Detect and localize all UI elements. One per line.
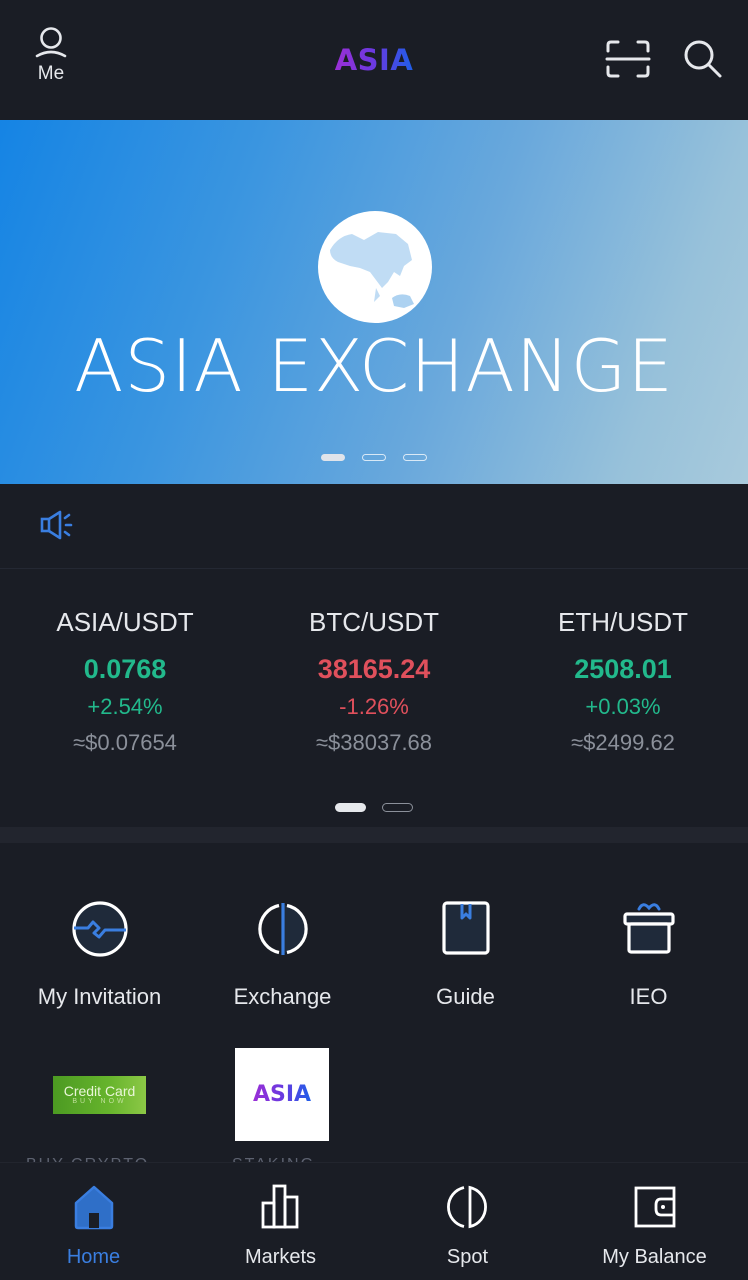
banner-pagination bbox=[0, 454, 748, 461]
buy-crypto-credit-card-image[interactable]: Credit Card BUY NOW bbox=[53, 1076, 146, 1114]
ticker-usd-value: ≈$2499.62 bbox=[571, 730, 675, 755]
announcement-bar[interactable] bbox=[0, 484, 748, 569]
scan-button[interactable] bbox=[604, 38, 652, 80]
banner-dot-3[interactable] bbox=[403, 454, 427, 461]
ticker-price: 2508.01 bbox=[574, 654, 672, 684]
quick-ieo[interactable]: IEO bbox=[555, 897, 742, 1011]
tab-home[interactable]: Home bbox=[0, 1163, 187, 1280]
markets-bar-icon bbox=[261, 1184, 298, 1229]
logo-text: ASIA bbox=[334, 43, 414, 77]
search-icon bbox=[684, 40, 722, 78]
ticker-dot-1[interactable] bbox=[335, 803, 366, 812]
ticker-pair: ETH/USDT bbox=[558, 607, 688, 637]
globe-icon bbox=[318, 211, 432, 323]
wallet-icon bbox=[634, 1186, 675, 1228]
asia-tile-logo: ASIA bbox=[252, 1082, 312, 1107]
ticker-change: +0.03% bbox=[585, 694, 661, 719]
ticker-dot-2[interactable] bbox=[382, 803, 413, 812]
ticker-pagination bbox=[0, 803, 748, 812]
ticker-pair: BTC/USDT bbox=[309, 607, 439, 637]
bottom-tab-bar: Home Markets Spot My Balance bbox=[0, 1162, 748, 1280]
tab-label: Markets bbox=[244, 1246, 317, 1268]
quick-menu: My Invitation Exchange Guide IEO Credit … bbox=[0, 843, 748, 1163]
tab-my-balance[interactable]: My Balance bbox=[561, 1163, 748, 1280]
quick-guide[interactable]: Guide bbox=[372, 897, 559, 1011]
ticker-btc-usdt[interactable]: BTC/USDT 38165.24 -1.26% ≈$38037.68 bbox=[249, 606, 499, 756]
quick-label: IEO bbox=[629, 984, 668, 1009]
ticker-change: -1.26% bbox=[339, 694, 409, 719]
tab-label: My Balance bbox=[602, 1246, 707, 1268]
credit-card-title: Credit Card bbox=[63, 1083, 136, 1099]
staking-asia-tile[interactable]: ASIA bbox=[235, 1048, 329, 1141]
tab-spot[interactable]: Spot bbox=[374, 1163, 561, 1280]
quick-label: Guide bbox=[436, 984, 495, 1009]
exchange-icon bbox=[257, 903, 308, 955]
quick-label: My Invitation bbox=[37, 984, 162, 1009]
ticker-price: 38165.24 bbox=[317, 654, 431, 684]
me-label: Me bbox=[37, 63, 65, 84]
section-divider bbox=[0, 827, 748, 843]
ticker-usd-value: ≈$0.07654 bbox=[73, 730, 177, 755]
tab-markets[interactable]: Markets bbox=[187, 1163, 374, 1280]
quick-exchange[interactable]: Exchange bbox=[189, 897, 376, 1011]
banner-dot-1[interactable] bbox=[321, 454, 345, 461]
ticker-eth-usdt[interactable]: ETH/USDT 2508.01 +0.03% ≈$2499.62 bbox=[498, 606, 748, 756]
spot-icon bbox=[446, 1185, 487, 1229]
tab-label: Spot bbox=[446, 1246, 489, 1268]
guide-book-icon bbox=[441, 901, 490, 955]
speaker-icon bbox=[40, 510, 73, 540]
user-icon bbox=[35, 27, 67, 58]
ticker-carousel: ASIA/USDT 0.0768 +2.54% ≈$0.07654 BTC/US… bbox=[0, 570, 748, 827]
banner-title: ASIA EXCHANGE bbox=[74, 324, 674, 408]
invitation-pulse-icon bbox=[71, 901, 128, 957]
ticker-pair: ASIA/USDT bbox=[56, 607, 194, 637]
app-logo: ASIA bbox=[324, 40, 424, 80]
ticker-change: +2.54% bbox=[87, 694, 163, 719]
search-button[interactable] bbox=[682, 38, 724, 80]
top-header: Me ASIA bbox=[0, 0, 748, 120]
quick-my-invitation[interactable]: My Invitation bbox=[6, 897, 193, 1011]
ticker-price: 0.0768 bbox=[83, 654, 167, 684]
tab-label: Home bbox=[66, 1246, 121, 1268]
gift-icon bbox=[622, 903, 675, 954]
scan-icon bbox=[605, 40, 651, 78]
ticker-asia-usdt[interactable]: ASIA/USDT 0.0768 +2.54% ≈$0.07654 bbox=[0, 606, 250, 756]
banner-dot-2[interactable] bbox=[362, 454, 386, 461]
home-icon bbox=[74, 1185, 113, 1230]
promo-banner[interactable]: ASIA EXCHANGE bbox=[0, 120, 748, 484]
me-button[interactable]: Me bbox=[28, 26, 74, 90]
credit-card-subtitle: BUY NOW bbox=[72, 1098, 127, 1105]
ticker-usd-value: ≈$38037.68 bbox=[315, 730, 433, 755]
quick-label: Exchange bbox=[233, 984, 332, 1009]
